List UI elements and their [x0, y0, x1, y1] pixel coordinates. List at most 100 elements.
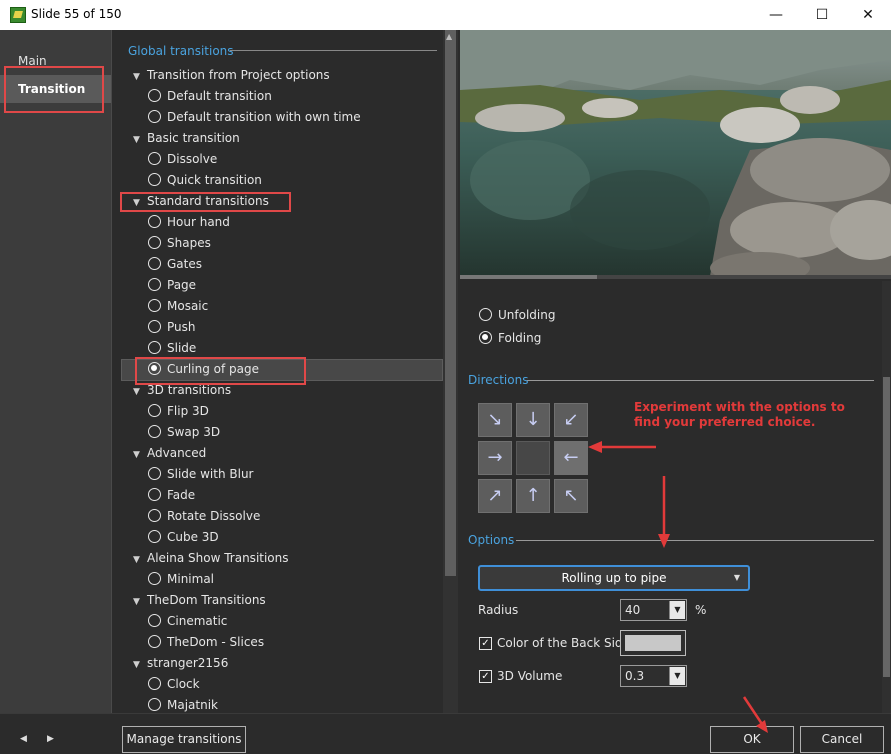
- tree-group[interactable]: ▼ stranger2156: [133, 653, 228, 674]
- direction-up-right-button[interactable]: ↗: [478, 479, 512, 513]
- radio-icon[interactable]: [148, 677, 161, 690]
- preview-scroll-thumb[interactable]: [460, 275, 597, 279]
- options-divider: [516, 540, 874, 541]
- folding-radio[interactable]: [479, 331, 492, 344]
- tree-node-label: 3D transitions: [147, 383, 232, 397]
- directions-divider: [527, 380, 874, 381]
- radio-icon[interactable]: [148, 236, 161, 249]
- tree-item[interactable]: Majatnik: [148, 695, 218, 713]
- back-color-checkbox[interactable]: ✓: [479, 637, 492, 650]
- direction-right-button[interactable]: →: [478, 441, 512, 475]
- volume-checkbox[interactable]: ✓: [479, 670, 492, 683]
- radio-icon[interactable]: [148, 614, 161, 627]
- chevron-down-icon[interactable]: ▼: [133, 130, 147, 151]
- effect-dropdown[interactable]: Rolling up to pipe ▼: [478, 565, 750, 591]
- tree-item[interactable]: Swap 3D: [148, 422, 220, 443]
- radio-icon[interactable]: [148, 635, 161, 648]
- radio-icon[interactable]: [148, 89, 161, 102]
- tree-item[interactable]: Default transition with own time: [148, 107, 361, 128]
- radio-icon[interactable]: [148, 467, 161, 480]
- radio-icon[interactable]: [148, 509, 161, 522]
- direction-center-button[interactable]: [516, 441, 550, 475]
- tree-node-label: Flip 3D: [167, 404, 209, 418]
- chevron-down-icon[interactable]: ▼: [133, 445, 147, 466]
- cancel-button[interactable]: Cancel: [800, 726, 884, 753]
- scroll-up-icon[interactable]: ▲: [446, 32, 452, 41]
- direction-down-left-button[interactable]: ↙: [554, 403, 588, 437]
- unfolding-option[interactable]: Unfolding: [479, 308, 555, 322]
- tree-item[interactable]: Flip 3D: [148, 401, 209, 422]
- tree-item[interactable]: Slide with Blur: [148, 464, 253, 485]
- tree-node-label: Hour hand: [167, 215, 230, 229]
- tree-item[interactable]: Mosaic: [148, 296, 208, 317]
- direction-down-button[interactable]: ↓: [516, 403, 550, 437]
- tree-item[interactable]: Clock: [148, 674, 200, 695]
- tree-group[interactable]: ▼ Transition from Project options: [133, 65, 330, 86]
- radio-icon[interactable]: [148, 488, 161, 501]
- tree-group[interactable]: ▼ Basic transition: [133, 128, 240, 149]
- tree-item[interactable]: Page: [148, 275, 196, 296]
- direction-up-button[interactable]: ↑: [516, 479, 550, 513]
- radio-icon[interactable]: [148, 530, 161, 543]
- radio-icon[interactable]: [148, 257, 161, 270]
- tree-item[interactable]: Hour hand: [148, 212, 230, 233]
- radio-icon[interactable]: [148, 341, 161, 354]
- tree-item[interactable]: Gates: [148, 254, 202, 275]
- tree-item[interactable]: Slide: [148, 338, 196, 359]
- tree-item[interactable]: Fade: [148, 485, 195, 506]
- chevron-down-icon[interactable]: ▼: [133, 655, 147, 676]
- settings-scroll-thumb[interactable]: [883, 377, 890, 677]
- direction-left-button[interactable]: ←: [554, 441, 588, 475]
- maximize-button[interactable]: ☐: [799, 0, 845, 30]
- radio-icon[interactable]: [148, 299, 161, 312]
- tree-item[interactable]: Default transition: [148, 86, 272, 107]
- tree-item[interactable]: Rotate Dissolve: [148, 506, 260, 527]
- radio-icon[interactable]: [148, 572, 161, 585]
- prev-slide-icon[interactable]: ◀: [20, 734, 27, 744]
- radio-icon[interactable]: [148, 425, 161, 438]
- chevron-down-icon[interactable]: ▼: [133, 592, 147, 613]
- radio-icon[interactable]: [148, 173, 161, 186]
- unfolding-radio[interactable]: [479, 308, 492, 321]
- radius-dropdown-icon[interactable]: ▼: [669, 601, 685, 619]
- back-color-picker[interactable]: [620, 630, 686, 656]
- tree-group[interactable]: ▼ Aleina Show Transitions: [133, 548, 289, 569]
- tree-item[interactable]: Push: [148, 317, 196, 338]
- radio-icon[interactable]: [148, 215, 161, 228]
- tree-group[interactable]: ▼ Advanced: [133, 443, 206, 464]
- tree-node-label: TheDom Transitions: [147, 593, 266, 607]
- radio-icon[interactable]: [148, 320, 161, 333]
- tree-group[interactable]: ▼ TheDom Transitions: [133, 590, 266, 611]
- chevron-down-icon[interactable]: ▼: [133, 67, 147, 88]
- direction-up-left-button[interactable]: ↖: [554, 479, 588, 513]
- settings-scrollbar[interactable]: [882, 281, 891, 713]
- chevron-down-icon[interactable]: ▼: [133, 382, 147, 403]
- radio-icon[interactable]: [148, 278, 161, 291]
- close-button[interactable]: ✕: [845, 0, 891, 30]
- direction-down-right-button[interactable]: ↘: [478, 403, 512, 437]
- tree-item[interactable]: Dissolve: [148, 149, 217, 170]
- tree-item[interactable]: Cinematic: [148, 611, 227, 632]
- radius-combo[interactable]: 40 ▼: [620, 599, 687, 621]
- options-title: Options: [468, 533, 515, 547]
- ok-button[interactable]: OK: [710, 726, 794, 753]
- tree-item[interactable]: Shapes: [148, 233, 211, 254]
- tree-item[interactable]: Cube 3D: [148, 527, 219, 548]
- tree-scroll-thumb[interactable]: [445, 30, 456, 576]
- tree-item[interactable]: TheDom - Slices: [148, 632, 264, 653]
- radio-icon[interactable]: [148, 698, 161, 711]
- chevron-down-icon[interactable]: ▼: [133, 550, 147, 571]
- manage-transitions-button[interactable]: Manage transitions: [122, 726, 246, 753]
- volume-dropdown-icon[interactable]: ▼: [669, 667, 685, 685]
- folding-option[interactable]: Folding: [479, 331, 541, 345]
- radio-icon[interactable]: [148, 110, 161, 123]
- preview-scrollbar[interactable]: [460, 275, 891, 279]
- tree-item[interactable]: Quick transition: [148, 170, 262, 191]
- minimize-button[interactable]: —: [753, 0, 799, 30]
- radio-icon[interactable]: [148, 404, 161, 417]
- volume-combo[interactable]: 0.3 ▼: [620, 665, 687, 687]
- radio-icon[interactable]: [148, 152, 161, 165]
- tree-scrollbar[interactable]: ▲: [443, 30, 458, 713]
- tree-item[interactable]: Minimal: [148, 569, 214, 590]
- next-slide-icon[interactable]: ▶: [47, 734, 54, 744]
